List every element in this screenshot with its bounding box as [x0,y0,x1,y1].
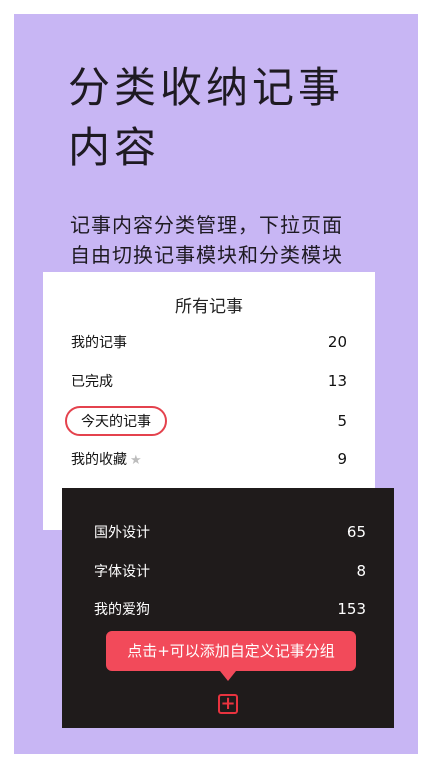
list-item-label: 已完成 [71,374,113,390]
headline: 分类收纳记事 内容 [68,58,408,178]
subtitle: 记事内容分类管理，下拉页面 自由切换记事模块和分类模块 [70,210,400,270]
list-item-label: 我的收藏 [71,452,127,468]
highlight-ring: 今天的记事 [65,406,167,436]
all-notes-title: 所有记事 [175,297,243,317]
headline-line-2: 内容 [68,123,161,172]
category-item-font-design[interactable]: 字体设计 8 [94,559,366,583]
add-group-tooltip: 点击+可以添加自定义记事分组 [106,631,356,671]
list-item-count: 5 [337,412,347,430]
tooltip-arrow [220,671,236,681]
plus-square-icon[interactable]: + [218,694,238,714]
category-label: 字体设计 [94,564,150,580]
category-count: 153 [337,600,366,618]
category-item-my-dog[interactable]: 我的爱狗 153 [94,597,366,621]
add-symbol: + [220,693,236,714]
list-item-my-notes[interactable]: 我的记事 20 [71,330,347,354]
category-item-foreign-design[interactable]: 国外设计 65 [94,520,366,544]
list-item-count: 13 [327,372,347,390]
list-item-label: 我的记事 [71,335,127,351]
category-label: 国外设计 [94,525,150,541]
subtitle-line-2: 自由切换记事模块和分类模块 [70,243,343,267]
headline-line-1: 分类收纳记事 [68,63,345,112]
category-count: 8 [356,562,366,580]
list-item-favorites[interactable]: 我的收藏 ★ 9 [71,447,347,471]
list-item-count: 9 [337,450,347,468]
star-icon: ★ [130,453,142,468]
list-item-label: 今天的记事 [81,414,151,430]
list-item-count: 20 [327,333,347,351]
subtitle-line-1: 记事内容分类管理，下拉页面 [70,213,343,237]
list-item-today-notes[interactable]: 今天的记事 5 [65,406,347,436]
list-item-label-wrap: 我的收藏 ★ [71,449,142,469]
list-item-completed[interactable]: 已完成 13 [71,369,347,393]
category-label: 我的爱狗 [94,602,150,618]
categories-panel: 国外设计 65 字体设计 8 我的爱狗 153 点击+可以添加自定义记事分组 + [62,488,394,728]
category-count: 65 [346,523,366,541]
